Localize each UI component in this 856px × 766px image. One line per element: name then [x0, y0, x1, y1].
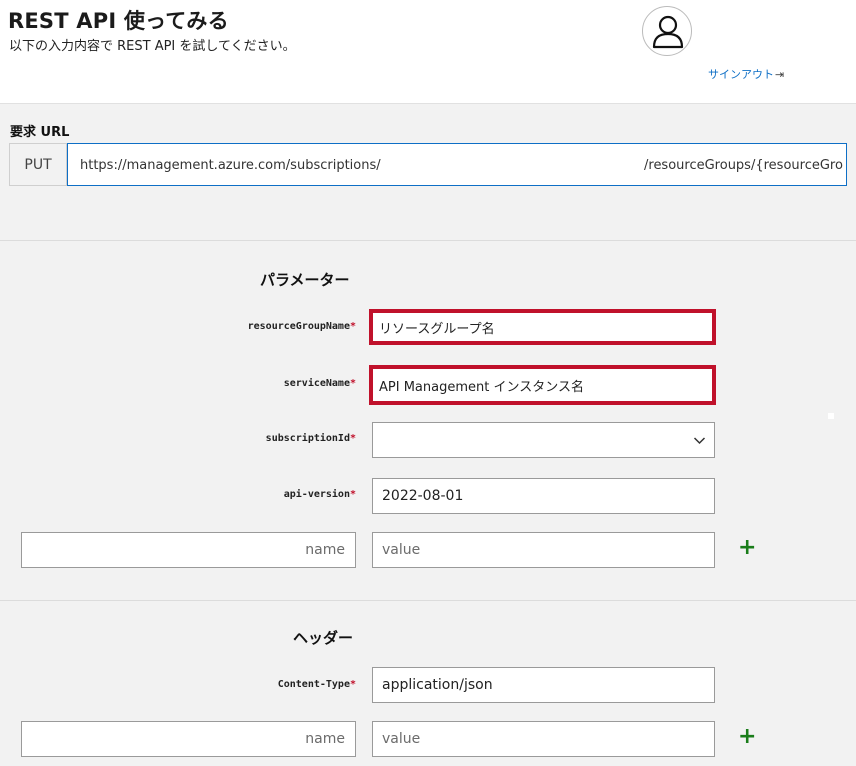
marker-dot — [828, 413, 834, 419]
api-version-input[interactable]: 2022-08-01 — [372, 478, 715, 514]
page-subtitle: 以下の入力内容で REST API を試してください。 — [9, 39, 296, 54]
user-icon — [652, 15, 684, 49]
param-label-resource-group-name: resourceGroupName* — [247, 321, 356, 332]
add-header-button[interactable]: + — [738, 724, 756, 749]
request-url-label: 要求 URL — [10, 125, 70, 140]
param-label-api-version: api-version* — [283, 489, 356, 500]
headers-title: ヘッダー — [293, 629, 354, 647]
avatar[interactable] — [642, 6, 692, 56]
new-param-name-input[interactable]: name — [21, 532, 356, 568]
sign-out-icon: ⇥ — [775, 68, 785, 81]
param-label-service-name: serviceName* — [283, 378, 356, 389]
add-parameter-button[interactable]: + — [738, 535, 756, 560]
url-part-resource-groups: /resourceGroups/{resourceGro — [644, 158, 843, 173]
http-method: PUT — [9, 143, 67, 186]
header-label-content-type: Content-Type* — [277, 679, 356, 690]
signout-link[interactable]: サインアウト⇥ — [708, 66, 784, 82]
new-param-value-input[interactable]: value — [372, 532, 715, 568]
subscription-id-select[interactable] — [372, 422, 715, 458]
new-header-value-input[interactable]: value — [372, 721, 715, 757]
section-divider — [0, 600, 856, 601]
signout-label: サインアウト — [708, 68, 774, 81]
page-header: REST API 使ってみる 以下の入力内容で REST API を試してくださ… — [0, 0, 856, 104]
resource-group-name-input[interactable]: リソースグループ名 — [369, 309, 716, 345]
param-label-subscription-id: subscriptionId* — [265, 433, 356, 444]
content-type-input[interactable]: application/json — [372, 667, 715, 703]
page-title: REST API 使ってみる — [8, 9, 229, 33]
chevron-down-icon — [693, 437, 706, 445]
url-part-subscriptions: https://management.azure.com/subscriptio… — [80, 158, 381, 173]
service-name-input[interactable]: API Management インスタンス名 — [369, 365, 716, 405]
request-url-field[interactable]: https://management.azure.com/subscriptio… — [67, 143, 847, 186]
section-divider — [0, 240, 856, 241]
parameters-title: パラメーター — [260, 271, 350, 289]
new-header-name-input[interactable]: name — [21, 721, 356, 757]
